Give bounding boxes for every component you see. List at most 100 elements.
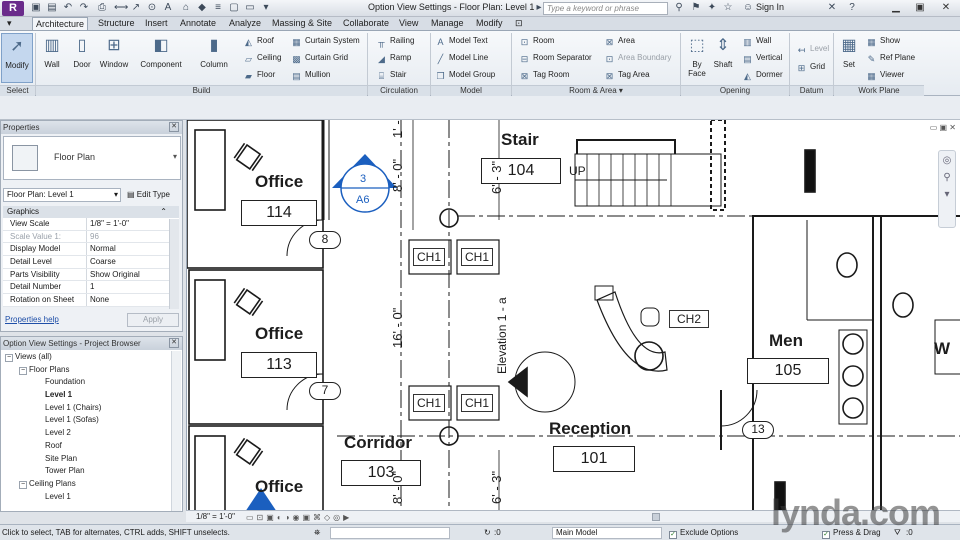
browser-tree-item[interactable]: Roof — [1, 440, 171, 453]
redo-icon[interactable]: ↷ — [78, 2, 90, 14]
properties-scrollbar[interactable] — [169, 219, 179, 309]
furniture-tag[interactable]: CH1 — [461, 394, 493, 412]
room-name[interactable]: Stair — [501, 130, 539, 150]
property-row[interactable]: Scale Value 1: 96 — [3, 230, 179, 244]
property-row[interactable]: Parts Visibility Show Original — [3, 268, 179, 282]
room-name[interactable]: Office — [255, 477, 303, 497]
instance-filter-dropdown[interactable]: Floor Plan: Level 1 ▾ — [3, 188, 121, 202]
close-button[interactable]: ✕ — [934, 0, 958, 16]
curtain-system-button[interactable]: ▦ Curtain System — [291, 34, 359, 48]
dimension-text[interactable]: 8' - 0" — [390, 159, 405, 192]
sign-in-button[interactable]: Sign In — [756, 2, 784, 12]
measure-icon[interactable]: ⟷ — [114, 2, 128, 14]
model-text-button[interactable]: A Model Text — [435, 34, 487, 48]
dimension-text[interactable]: 8' - 0" — [390, 471, 405, 504]
steering-wheel-icon[interactable]: ◎ — [939, 155, 955, 166]
modify-button[interactable]: ➚ Modify — [1, 33, 33, 83]
show-workplane-button[interactable]: ▦ Show — [866, 34, 900, 48]
dimension-text[interactable]: 6' - 3" — [489, 471, 504, 504]
tab-analyze[interactable]: Analyze — [226, 17, 264, 30]
user-icon[interactable]: ☺ — [742, 2, 754, 14]
3d-view-icon[interactable]: ⌂ — [180, 2, 192, 14]
help-icon[interactable]: ? — [846, 2, 858, 14]
room-number[interactable]: 103 — [341, 460, 421, 486]
property-value[interactable]: Show Original — [87, 269, 179, 281]
furniture-tag[interactable]: CH2 — [669, 310, 709, 328]
tab-annotate[interactable]: Annotate — [177, 17, 219, 30]
wall-button[interactable]: ▥ Wall — [38, 33, 66, 83]
tab-manage[interactable]: Manage — [428, 17, 467, 30]
collapse-icon[interactable]: − — [19, 480, 27, 489]
exclude-options-checkbox[interactable]: ✓ Exclude Options — [669, 526, 738, 540]
search-input[interactable]: Type a keyword or phrase — [543, 2, 668, 15]
ramp-button[interactable]: ◢ Ramp — [376, 51, 411, 65]
select-panel-title[interactable]: Select — [0, 85, 35, 96]
property-value[interactable]: None — [87, 294, 179, 306]
furniture-tag[interactable]: CH1 — [461, 248, 493, 266]
dormer-button[interactable]: ◭ Dormer — [742, 68, 783, 82]
collapse-icon[interactable]: − — [19, 366, 27, 375]
room-name[interactable]: Corridor — [344, 433, 412, 453]
text-icon[interactable]: A — [162, 2, 174, 14]
open-icon[interactable]: ▣ — [30, 2, 42, 14]
room-name[interactable]: Office — [255, 324, 303, 344]
by-face-button[interactable]: ⬚ By Face — [684, 33, 710, 83]
vertical-opening-button[interactable]: ▤ Vertical — [742, 51, 782, 65]
view-scale[interactable]: 1/8" = 1'-0" — [196, 512, 235, 521]
room-separator-button[interactable]: ⊟ Room Separator — [519, 51, 592, 65]
editing-requests-icon[interactable]: ↻ — [484, 526, 491, 540]
browser-tree-item[interactable]: − Floor Plans — [1, 364, 171, 377]
browser-tree-item[interactable]: Level 1 (Chairs) — [1, 402, 171, 415]
collapse-icon[interactable]: − — [5, 354, 13, 362]
grid-button[interactable]: ⊞ Grid — [796, 60, 825, 74]
dimension-text[interactable]: 1' - 0" — [390, 120, 405, 138]
room-number[interactable]: 105 — [747, 358, 829, 384]
zoom-icon[interactable]: ⚲ — [939, 172, 955, 183]
workset-dropdown[interactable] — [330, 527, 450, 539]
browser-tree-item[interactable]: Level 1 — [1, 491, 171, 504]
maximize-button[interactable]: ▣ — [908, 0, 932, 16]
navigation-bar[interactable]: ◎ ⚲ ▾ — [938, 150, 956, 228]
window-button[interactable]: ⊞ Window — [97, 33, 131, 83]
dimension-text[interactable]: 6' - 3" — [489, 161, 504, 194]
close-icon[interactable]: ✕ — [169, 338, 179, 348]
section-icon[interactable]: ◆ — [196, 2, 208, 14]
tab-view[interactable]: View — [396, 17, 421, 30]
door-tag[interactable]: 7 — [309, 382, 341, 400]
zoom-dropdown-icon[interactable]: ▾ — [939, 189, 955, 200]
area-boundary-button[interactable]: ⊡ Area Boundary — [604, 51, 672, 65]
shaft-button[interactable]: ⇕ Shaft — [712, 33, 734, 83]
floor-button[interactable]: ▰ Floor — [243, 68, 275, 82]
curtain-grid-button[interactable]: ▩ Curtain Grid — [291, 51, 348, 65]
furniture-tag[interactable]: CH1 — [413, 248, 445, 266]
ribbon-toggle-icon[interactable]: ▾ — [4, 17, 14, 30]
room-name[interactable]: W — [934, 339, 950, 359]
browser-tree-item[interactable]: Level 1 (Sofas) — [1, 414, 171, 427]
model-line-button[interactable]: ╱ Model Line — [435, 51, 488, 65]
browser-tree-item[interactable]: Level 2 — [1, 427, 171, 440]
room-button[interactable]: ⊡ Room — [519, 34, 555, 48]
view-window-controls[interactable]: ▭ ▣ ✕ — [930, 123, 956, 132]
properties-group-graphics[interactable]: Graphics ⌃ — [3, 206, 179, 218]
favorites-icon[interactable]: ☆ — [722, 2, 734, 14]
tab-modify[interactable]: Modify — [473, 17, 506, 30]
exchange-apps-icon[interactable]: ✕ — [826, 2, 838, 14]
ceiling-button[interactable]: ▱ Ceiling — [243, 51, 281, 65]
app-menu-button[interactable]: R — [2, 1, 24, 16]
room-number[interactable]: 101 — [553, 446, 635, 472]
property-row[interactable]: View Scale 1/8" = 1'-0" — [3, 218, 179, 231]
browser-tree-item[interactable]: − Ceiling Plans — [1, 478, 171, 491]
property-value[interactable]: 1 — [87, 281, 179, 293]
level-button[interactable]: ↤ Level — [796, 42, 829, 56]
property-row[interactable]: Rotation on Sheet None — [3, 294, 179, 307]
opening-panel-title[interactable]: Opening — [681, 85, 789, 96]
close-icon[interactable]: ✕ — [169, 122, 179, 132]
property-row[interactable]: Detail Level Coarse — [3, 256, 179, 269]
viewer-button[interactable]: ▦ Viewer — [866, 68, 904, 82]
edit-type-button[interactable]: ▤ Edit Type — [127, 188, 170, 202]
scrollbar-thumb[interactable] — [652, 513, 660, 521]
model-group-button[interactable]: ❒ Model Group — [435, 68, 495, 82]
property-row[interactable]: Detail Number 1 — [3, 281, 179, 295]
tab-massing-site[interactable]: Massing & Site — [269, 17, 335, 30]
room-name[interactable]: Reception — [549, 419, 631, 439]
